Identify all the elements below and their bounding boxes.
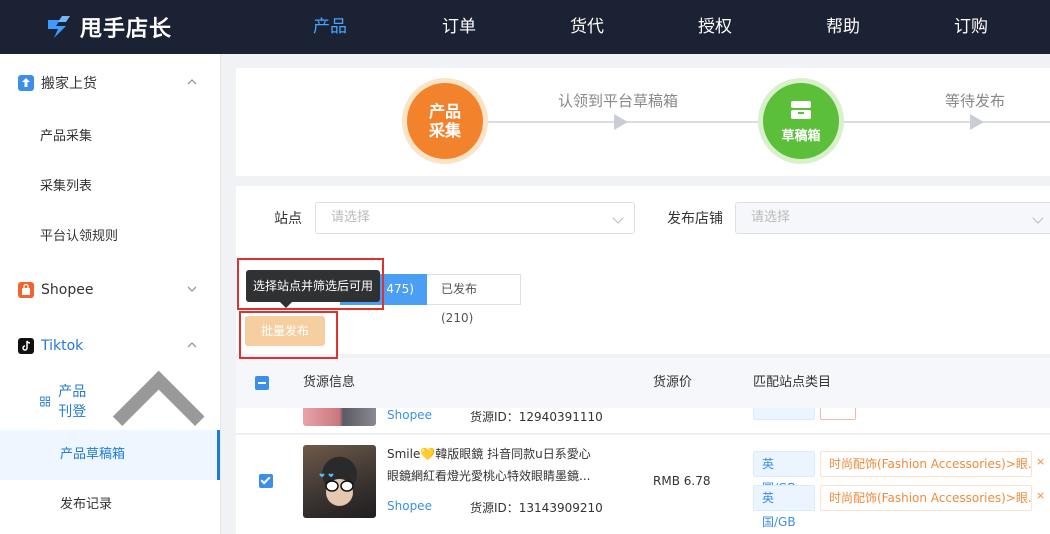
top-nav-bar: 甩手店长 产品 订单 货代 授权 帮助 订购: [0, 0, 1050, 54]
arrow-right-icon: [614, 114, 628, 130]
col-match-category: 匹配站点类目: [753, 375, 832, 390]
sidebar-item-claim-rules[interactable]: 平台认领规则: [0, 212, 220, 262]
logo-icon: [48, 16, 70, 38]
draft-box-icon: [791, 100, 811, 119]
product-source-id: 货源ID：12940391110: [470, 410, 603, 424]
step-arrow-label: 等待发布: [945, 92, 1006, 110]
sidebar-group-label: Shopee: [41, 282, 94, 298]
step-draft-ring: 草稿箱: [758, 78, 844, 164]
site-select-placeholder: 请选择: [331, 210, 371, 225]
select-all-checkbox[interactable]: [255, 376, 269, 390]
site-select[interactable]: 请选择: [315, 202, 635, 234]
category-tag[interactable]: 时尚配饰(Fashion Accessories)>眼...: [820, 485, 1032, 511]
app-logo[interactable]: 甩手店长: [44, 11, 172, 43]
site-tag: 英国/GB: [753, 485, 815, 529]
step-collect-label-2: 采集: [428, 121, 461, 140]
tab-published[interactable]: 已发布(210): [427, 274, 521, 325]
nav-products[interactable]: 产品: [313, 0, 347, 54]
table-row: Smile💛韓版眼鏡 抖音同款u日系愛心 眼鏡網紅看燈光愛桃心特效眼睛墨鏡...…: [236, 435, 1050, 534]
app-name: 甩手店长: [80, 17, 173, 42]
sidebar-item-publish-records[interactable]: 发布记录: [0, 480, 220, 530]
shopee-bag-icon: [18, 282, 34, 298]
chevron-up-icon: [187, 79, 197, 85]
product-thumbnail[interactable]: [303, 408, 376, 426]
chevron-down-icon: [612, 212, 624, 224]
site-tag: [753, 408, 815, 420]
sidebar-subgroup-product-listing[interactable]: 产品刊登: [0, 370, 220, 427]
nav-freight[interactable]: 货代: [570, 0, 604, 54]
arrow-right-icon: [970, 114, 984, 130]
product-shop[interactable]: Shopee: [387, 499, 432, 513]
step-collect-ring: 产品 采集: [402, 78, 488, 164]
table-header: 货源信息 货源价 匹配站点类目: [236, 358, 1050, 408]
sidebar-item-draft-box[interactable]: 产品草稿箱: [0, 430, 220, 480]
grid-icon: [40, 396, 51, 406]
step-collect-label-1: 产品: [428, 102, 461, 121]
site-tag: 英国/GB: [753, 451, 815, 495]
step-collect: 产品 采集: [407, 83, 483, 159]
product-title[interactable]: Smile💛韓版眼鏡 抖音同款u日系愛心 眼鏡網紅看燈光愛桃心特效眼睛墨鏡...: [387, 443, 597, 487]
sidebar-group-label: 搬家上货: [41, 76, 97, 92]
category-tag[interactable]: 时尚配饰(Fashion Accessories)>眼...: [820, 451, 1032, 477]
workflow-steps: 产品 采集 认领到平台草稿箱 草稿箱 等待发布: [236, 68, 1050, 176]
nav-authorize[interactable]: 授权: [698, 0, 732, 54]
product-source-id: 货源ID：13143909210: [470, 501, 603, 515]
col-source-info: 货源信息: [303, 375, 356, 390]
chevron-down-icon: [1032, 212, 1044, 224]
nav-subscribe[interactable]: 订购: [954, 0, 988, 54]
product-thumbnail[interactable]: [303, 445, 376, 518]
step-connector: [844, 121, 1050, 123]
category-tag: [820, 408, 856, 420]
sidebar-group-label: Tiktok: [41, 338, 84, 354]
highlight-box: [239, 311, 338, 359]
sunglasses-icon: [319, 473, 354, 492]
remove-icon[interactable]: ×: [1036, 489, 1045, 502]
table-row: Shopee 货源ID：12940391110: [236, 408, 1050, 434]
store-label: 发布店铺: [667, 211, 723, 227]
row-checkbox[interactable]: [259, 474, 273, 488]
product-price: RMB 6.78: [653, 474, 711, 488]
sidebar-subgroup-label: 产品刊登: [58, 384, 87, 420]
col-source-price: 货源价: [653, 375, 693, 390]
site-label: 站点: [274, 211, 302, 227]
sidebar-group-move-listing[interactable]: 搬家上货: [0, 58, 220, 108]
nav-orders[interactable]: 订单: [442, 0, 476, 54]
store-select-placeholder: 请选择: [751, 210, 791, 225]
upload-icon: [18, 75, 34, 91]
tiktok-icon: [18, 338, 34, 354]
highlight-box: [237, 258, 384, 310]
sidebar-group-shopee[interactable]: Shopee: [0, 265, 220, 315]
step-draft-label: 草稿箱: [781, 128, 821, 144]
step-arrow-label: 认领到平台草稿箱: [558, 92, 679, 110]
remove-icon[interactable]: ×: [1036, 455, 1045, 468]
nav-help[interactable]: 帮助: [826, 0, 860, 54]
store-select[interactable]: 请选择: [735, 202, 1050, 234]
step-draft: 草稿箱: [763, 83, 839, 159]
sidebar: 搬家上货 产品采集 采集列表 平台认领规则 Shopee Tiktok 产品刊登…: [0, 54, 221, 534]
product-shop[interactable]: Shopee: [387, 408, 432, 422]
chevron-down-icon: [187, 286, 197, 292]
sidebar-item-product-collect[interactable]: 产品采集: [0, 112, 220, 162]
sidebar-item-collect-list[interactable]: 采集列表: [0, 162, 220, 212]
